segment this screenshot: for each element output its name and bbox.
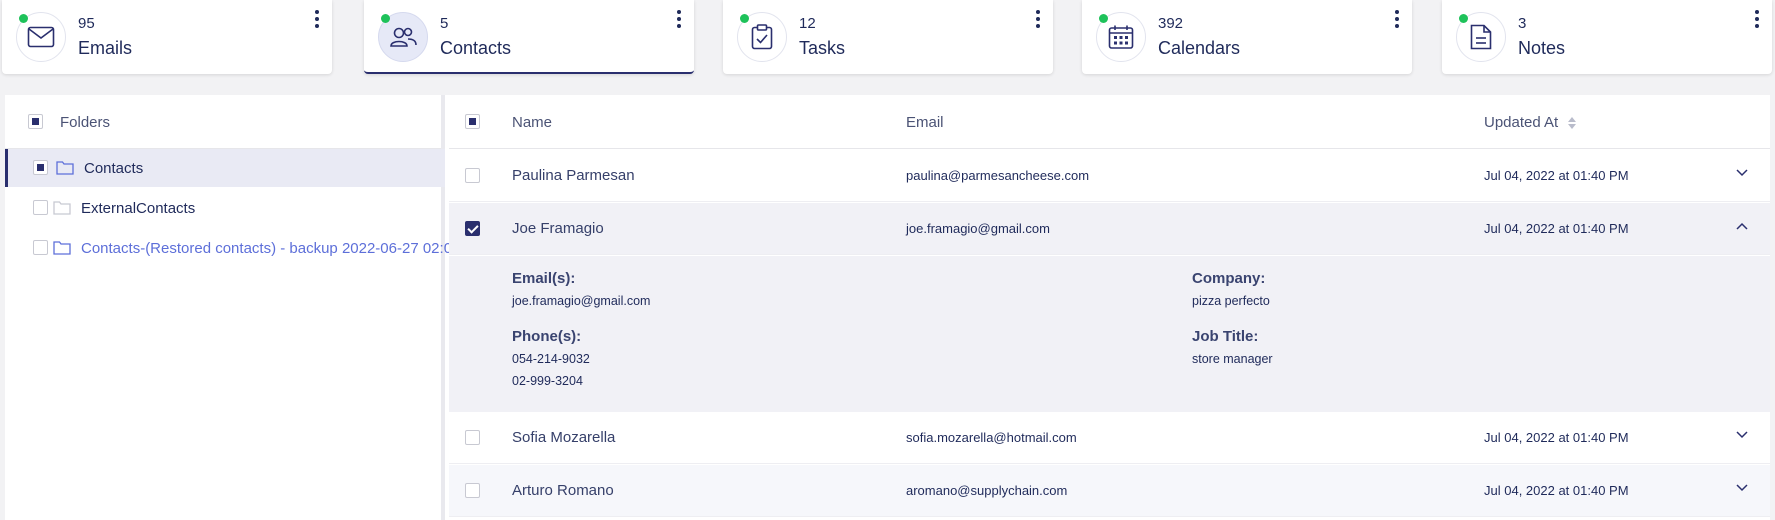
card-contacts[interactable]: 5 Contacts (364, 0, 694, 74)
status-dot (381, 14, 390, 23)
summary-cards: 95 Emails 5 Contacts 12 Tasks 392 Calend… (0, 0, 1775, 80)
column-header-updated-label: Updated At (1484, 114, 1559, 131)
contact-name: Arturo Romano (512, 482, 614, 499)
folder-item-contacts[interactable]: Contacts (5, 149, 445, 187)
detail-phone: 02-999-3204 (512, 374, 583, 388)
job-title-label: Job Title: (1192, 328, 1259, 345)
status-dot (1459, 14, 1468, 23)
company-label: Company: (1192, 270, 1266, 287)
folder-icon (53, 240, 71, 260)
folders-title: Folders (60, 114, 111, 131)
select-all-rows-checkbox[interactable] (465, 114, 480, 129)
folder-sidebar: Folders Contacts ExternalContacts Contac… (5, 95, 460, 520)
contact-email: sofia.mozarella@hotmail.com (906, 430, 1077, 445)
card-label: Calendars (1158, 38, 1241, 58)
phones-label: Phone(s): (512, 328, 582, 345)
kebab-menu-icon[interactable] (1754, 10, 1760, 28)
kebab-menu-icon[interactable] (314, 10, 320, 28)
column-header-email[interactable]: Email (906, 114, 944, 131)
status-dot (740, 14, 749, 23)
kebab-menu-icon[interactable] (1035, 10, 1041, 28)
row-checkbox[interactable] (465, 221, 480, 236)
folder-name: Contacts (84, 160, 144, 177)
chevron-down-icon[interactable] (1736, 169, 1748, 177)
contact-updated: Jul 04, 2022 at 01:40 PM (1484, 221, 1629, 236)
kebab-menu-icon[interactable] (1394, 10, 1400, 28)
row-checkbox[interactable] (465, 430, 480, 445)
contact-updated: Jul 04, 2022 at 01:40 PM (1484, 483, 1629, 498)
select-all-folders-checkbox[interactable] (28, 114, 43, 129)
sort-icon[interactable] (1568, 117, 1577, 130)
card-count: 392 (1158, 15, 1184, 32)
card-tasks[interactable]: 12 Tasks (723, 0, 1053, 74)
contact-details-panel: Email(s): joe.framagio@gmail.com Phone(s… (449, 256, 1770, 412)
folder-icon (53, 200, 71, 220)
detail-email: joe.framagio@gmail.com (512, 294, 651, 308)
kebab-menu-icon[interactable] (676, 10, 682, 28)
table-row[interactable]: Joe Framagio joe.framagio@gmail.com Jul … (449, 203, 1770, 255)
contact-email: aromano@supplychain.com (906, 483, 1068, 498)
folder-header: Folders (5, 95, 441, 149)
table-header: Name Email Updated At (449, 95, 1770, 149)
contact-updated: Jul 04, 2022 at 01:40 PM (1484, 430, 1629, 445)
card-count: 3 (1518, 15, 1527, 32)
detail-job-title: store manager (1192, 352, 1273, 366)
folder-item-externalcontacts[interactable]: ExternalContacts (5, 189, 445, 227)
detail-company: pizza perfecto (1192, 294, 1270, 308)
column-header-updated[interactable]: Updated At (1484, 114, 1577, 131)
card-count: 95 (78, 15, 95, 32)
status-dot (19, 14, 28, 23)
table-row[interactable]: Arturo Romano aromano@supplychain.com Ju… (449, 465, 1770, 517)
detail-phone: 054-214-9032 (512, 352, 590, 366)
folder-checkbox[interactable] (33, 240, 48, 255)
row-checkbox[interactable] (465, 168, 480, 183)
chevron-up-icon[interactable] (1736, 222, 1748, 230)
column-header-name[interactable]: Name (512, 114, 552, 131)
card-count: 5 (440, 15, 449, 32)
card-label: Contacts (440, 38, 512, 58)
contact-updated: Jul 04, 2022 at 01:40 PM (1484, 168, 1629, 183)
card-label: Emails (78, 38, 133, 58)
folder-checkbox[interactable] (33, 200, 48, 215)
table-row[interactable]: Paulina Parmesan paulina@parmesancheese.… (449, 150, 1770, 202)
chevron-down-icon[interactable] (1736, 431, 1748, 439)
main-panel: Folders Contacts ExternalContacts Contac… (5, 95, 1770, 520)
folder-name: ExternalContacts (81, 200, 196, 217)
contact-name: Sofia Mozarella (512, 429, 616, 446)
card-notes[interactable]: 3 Notes (1442, 0, 1772, 74)
card-label: Notes (1518, 38, 1566, 58)
contact-email: paulina@parmesancheese.com (906, 168, 1090, 183)
card-emails[interactable]: 95 Emails (2, 0, 332, 74)
emails-label: Email(s): (512, 270, 576, 287)
card-label: Tasks (799, 38, 846, 58)
folder-checkbox[interactable] (33, 160, 48, 175)
contacts-table: Name Email Updated At Paulina Parmesan p… (449, 95, 1770, 520)
contact-email: joe.framagio@gmail.com (906, 221, 1050, 236)
status-dot (1099, 14, 1108, 23)
card-calendars[interactable]: 392 Calendars (1082, 0, 1412, 74)
row-checkbox[interactable] (465, 483, 480, 498)
folder-name: Contacts-(Restored contacts) - backup 20… (81, 240, 461, 257)
table-row[interactable]: Sofia Mozarella sofia.mozarella@hotmail.… (449, 412, 1770, 464)
card-count: 12 (799, 15, 816, 32)
folder-icon (56, 160, 74, 180)
contact-name: Paulina Parmesan (512, 167, 635, 184)
folder-item-restored-contacts[interactable]: Contacts-(Restored contacts) - backup 20… (5, 229, 460, 267)
chevron-down-icon[interactable] (1736, 484, 1748, 492)
contact-name: Joe Framagio (512, 220, 604, 237)
